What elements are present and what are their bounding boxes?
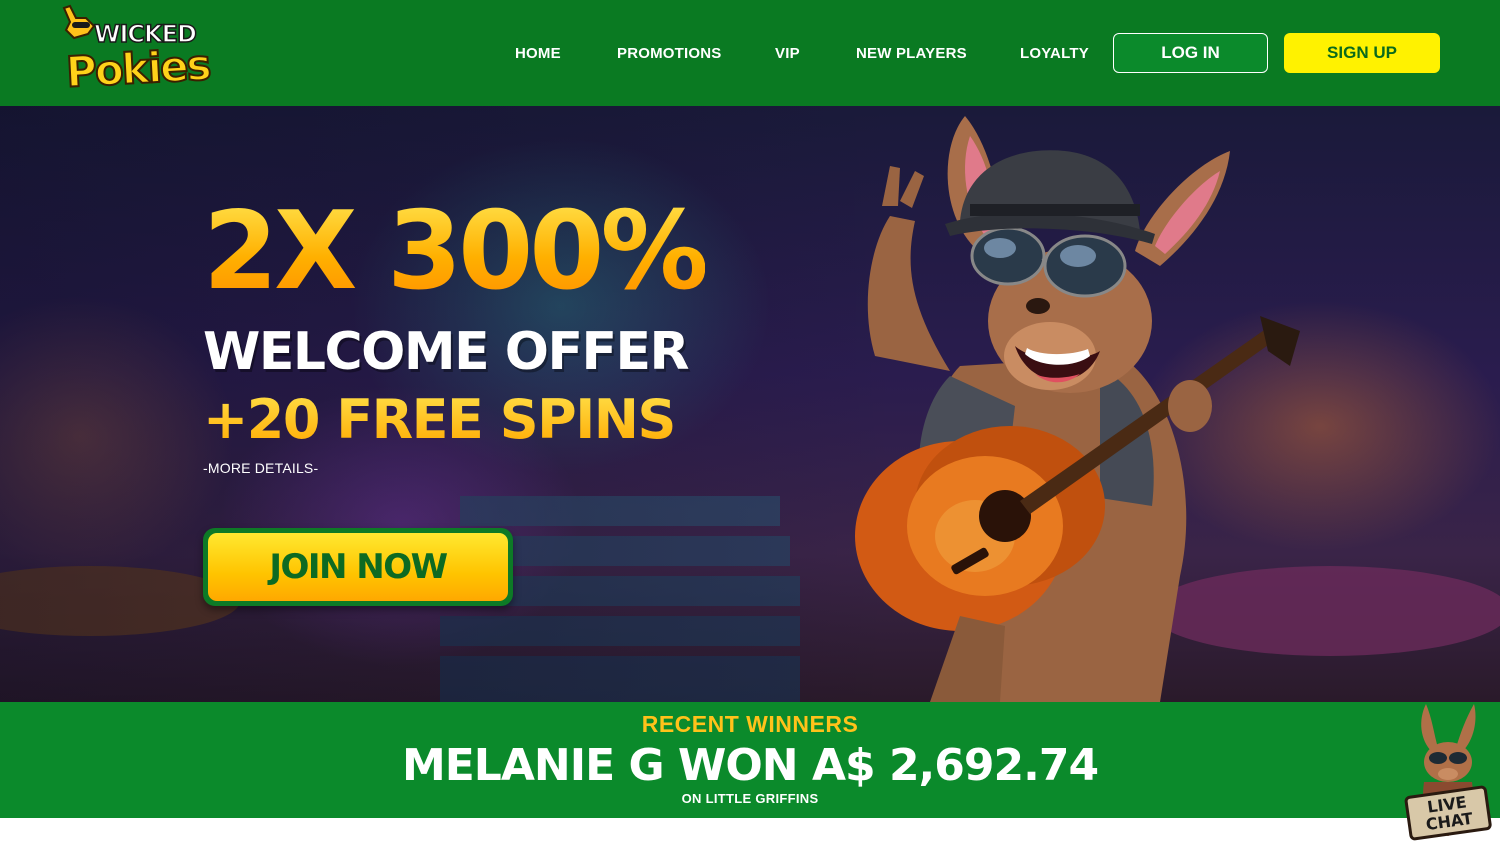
logo-wordmark-bottom: Pokies [64,39,212,97]
recent-winners-bar: RECENT WINNERS MELANIE G WON A$ 2,692.74… [0,702,1500,818]
join-now-button[interactable]: JOIN NOW [203,528,513,606]
nav-promotions[interactable]: PROMOTIONS [617,45,722,62]
recent-winner-amount: MELANIE G WON A$ 2,692.74 [401,740,1099,791]
nav-home[interactable]: HOME [515,45,561,62]
recent-winner-game: ON LITTLE GRIFFINS [681,791,819,806]
hero-headline: 2X 300% [203,189,709,314]
kangaroo-guitar-illustration [855,116,1300,702]
nav-new-players[interactable]: NEW PLAYERS [856,45,967,62]
site-header: WICKED Pokies HOME PROMOTIONS VIP NEW PL… [0,0,1500,106]
hero-welcome-offer: WELCOME OFFER [203,322,690,382]
more-details-link[interactable]: -MORE DETAILS- [203,460,318,476]
site-logo[interactable]: WICKED Pokies [58,4,214,102]
hero-free-spins: +20 FREE SPINS [203,388,676,451]
login-button[interactable]: LOG IN [1113,33,1268,73]
join-now-label: JOIN NOW [208,533,508,601]
hero-banner: 2X 300% WELCOME OFFER +20 FREE SPINS -MO… [0,106,1500,702]
signup-button[interactable]: SIGN UP [1284,33,1440,73]
live-chat-widget[interactable]: LIVE CHAT [1398,700,1498,844]
nav-vip[interactable]: VIP [775,45,800,62]
nav-loyalty[interactable]: LOYALTY [1020,45,1089,62]
recent-winners-title: RECENT WINNERS [641,711,859,737]
